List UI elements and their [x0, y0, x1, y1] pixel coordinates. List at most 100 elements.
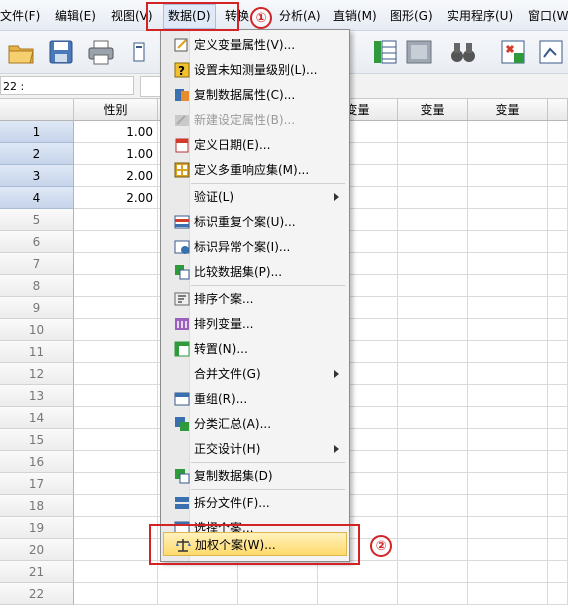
empty-cell[interactable]	[398, 253, 468, 275]
empty-cell[interactable]	[548, 275, 568, 297]
gender-cell[interactable]: 2.00	[74, 165, 158, 187]
empty-cell[interactable]	[468, 231, 548, 253]
menu-sort-cases[interactable]: 排序个案...	[163, 287, 347, 311]
empty-cell[interactable]	[238, 583, 318, 605]
empty-cell[interactable]	[398, 363, 468, 385]
print-icon[interactable]	[86, 37, 116, 67]
empty-cell[interactable]	[548, 297, 568, 319]
gender-cell[interactable]	[74, 209, 158, 231]
gender-cell[interactable]	[74, 517, 158, 539]
gender-cell[interactable]	[74, 473, 158, 495]
empty-cell[interactable]	[398, 341, 468, 363]
menu-orthogonal-design[interactable]: 正交设计(H)	[163, 437, 347, 461]
empty-cell[interactable]	[548, 495, 568, 517]
menu-transpose[interactable]: 转置(N)...	[163, 337, 347, 361]
row-header[interactable]: 4	[0, 187, 74, 209]
empty-cell[interactable]	[548, 385, 568, 407]
row-header[interactable]: 21	[0, 561, 74, 583]
empty-cell[interactable]	[398, 451, 468, 473]
menu-analyze[interactable]: 分析(A)	[279, 7, 321, 25]
empty-cell[interactable]	[398, 187, 468, 209]
empty-cell[interactable]	[468, 385, 548, 407]
gender-cell[interactable]	[74, 275, 158, 297]
row-header[interactable]: 18	[0, 495, 74, 517]
empty-cell[interactable]	[468, 517, 548, 539]
empty-cell[interactable]	[398, 539, 468, 561]
empty-cell[interactable]	[548, 231, 568, 253]
menu-copy-dataset[interactable]: 复制数据集(D)	[163, 464, 347, 488]
row-header[interactable]: 15	[0, 429, 74, 451]
gender-cell[interactable]	[74, 495, 158, 517]
empty-cell[interactable]	[548, 473, 568, 495]
menu-utilities[interactable]: 实用程序(U)	[447, 7, 513, 25]
menu-window[interactable]: 窗口(W	[528, 7, 568, 25]
menu-define-multiple-response[interactable]: 定义多重响应集(M)...	[163, 158, 347, 182]
split-file-toolbar-icon[interactable]	[536, 37, 566, 67]
empty-cell[interactable]	[468, 539, 548, 561]
empty-cell[interactable]	[398, 143, 468, 165]
empty-cell[interactable]	[398, 165, 468, 187]
empty-cell[interactable]	[468, 165, 548, 187]
column-header[interactable]: 性别	[74, 99, 158, 121]
empty-cell[interactable]	[468, 561, 548, 583]
gender-cell[interactable]: 2.00	[74, 187, 158, 209]
empty-cell[interactable]	[318, 583, 398, 605]
menu-graphs[interactable]: 图形(G)	[390, 7, 433, 25]
row-header[interactable]: 9	[0, 297, 74, 319]
open-folder-icon[interactable]	[6, 37, 36, 67]
empty-cell[interactable]	[468, 143, 548, 165]
empty-cell[interactable]	[548, 209, 568, 231]
empty-cell[interactable]	[468, 319, 548, 341]
empty-cell[interactable]	[398, 275, 468, 297]
gender-cell[interactable]	[74, 341, 158, 363]
empty-cell[interactable]	[398, 429, 468, 451]
save-icon[interactable]	[46, 37, 76, 67]
gender-cell[interactable]: 1.00	[74, 121, 158, 143]
gender-cell[interactable]	[74, 561, 158, 583]
insert-cases-icon[interactable]	[498, 37, 528, 67]
row-header[interactable]: 12	[0, 363, 74, 385]
empty-cell[interactable]	[468, 275, 548, 297]
gender-cell[interactable]	[74, 253, 158, 275]
empty-cell[interactable]	[548, 539, 568, 561]
gender-cell[interactable]	[74, 407, 158, 429]
row-header[interactable]: 16	[0, 451, 74, 473]
empty-cell[interactable]	[548, 121, 568, 143]
row-header[interactable]: 19	[0, 517, 74, 539]
gender-cell[interactable]	[74, 319, 158, 341]
row-header[interactable]: 2	[0, 143, 74, 165]
empty-cell[interactable]	[468, 429, 548, 451]
empty-cell[interactable]	[468, 495, 548, 517]
menu-identify-unusual-cases[interactable]: 标识异常个案(I)...	[163, 235, 347, 259]
dialog-recall-icon[interactable]	[130, 37, 160, 67]
empty-cell[interactable]	[548, 583, 568, 605]
row-header[interactable]: 20	[0, 539, 74, 561]
menu-define-dates[interactable]: 定义日期(E)...	[163, 133, 347, 157]
gender-cell[interactable]	[74, 385, 158, 407]
cell-reference[interactable]: 22 :	[0, 76, 134, 95]
row-header[interactable]: 11	[0, 341, 74, 363]
empty-cell[interactable]	[398, 495, 468, 517]
empty-cell[interactable]	[468, 451, 548, 473]
column-header[interactable]	[548, 99, 568, 121]
gender-cell[interactable]	[74, 363, 158, 385]
row-header[interactable]: 22	[0, 583, 74, 605]
empty-cell[interactable]	[548, 429, 568, 451]
row-header[interactable]: 14	[0, 407, 74, 429]
row-header[interactable]: 5	[0, 209, 74, 231]
gender-cell[interactable]	[74, 451, 158, 473]
empty-cell[interactable]	[548, 407, 568, 429]
menu-compare-datasets[interactable]: 比较数据集(P)...	[163, 260, 347, 284]
gender-cell[interactable]: 1.00	[74, 143, 158, 165]
empty-cell[interactable]	[468, 583, 548, 605]
menu-sort-variables[interactable]: 排列变量...	[163, 312, 347, 336]
empty-cell[interactable]	[548, 451, 568, 473]
menu-split-file[interactable]: 拆分文件(F)...	[163, 491, 347, 515]
row-header[interactable]: 1	[0, 121, 74, 143]
menu-set-unknown-measurement[interactable]: ? 设置未知测量级别(L)...	[163, 58, 347, 82]
menu-identify-duplicate-cases[interactable]: 标识重复个案(U)...	[163, 210, 347, 234]
chart-builder-icon[interactable]	[404, 37, 434, 67]
empty-cell[interactable]	[468, 253, 548, 275]
menu-merge-files[interactable]: 合并文件(G)	[163, 362, 347, 386]
empty-cell[interactable]	[398, 297, 468, 319]
